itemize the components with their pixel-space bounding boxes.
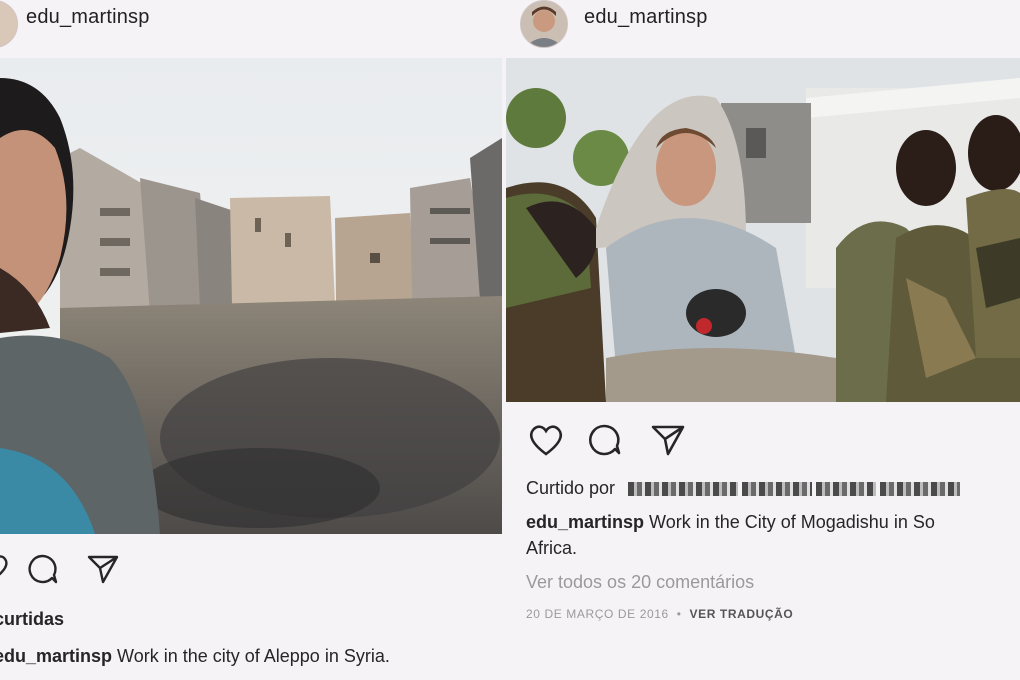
liked-by-label: Curtido por <box>526 478 616 498</box>
post-photo[interactable] <box>506 58 1020 402</box>
post-header: edu_martinsp <box>506 0 1020 50</box>
comment-icon[interactable] <box>586 422 622 463</box>
aleppo-photo <box>0 58 502 534</box>
post-actions <box>526 422 726 462</box>
post-date: 20 DE MARÇO DE 2016 <box>526 607 669 621</box>
caption-text: Work in the City of Mogadishu in So <box>649 512 935 532</box>
liked-by[interactable]: Curtido por <box>526 478 964 499</box>
likes-label: curtidas <box>0 609 65 629</box>
share-icon[interactable] <box>86 552 120 591</box>
heart-icon[interactable] <box>526 422 566 463</box>
view-comments-link[interactable]: Ver todos os 20 comentários <box>526 572 754 593</box>
caption-line2: Africa. <box>526 538 578 558</box>
post-right: edu_martinsp Curtido por edu_martinsp Wo… <box>506 0 1020 680</box>
comment-icon[interactable] <box>25 552 59 591</box>
share-icon[interactable] <box>650 422 686 463</box>
meta-separator: • <box>676 607 682 621</box>
post-header: edu_martinsp <box>0 0 508 50</box>
post-actions <box>0 552 200 592</box>
avatar[interactable] <box>520 0 568 48</box>
heart-icon[interactable] <box>0 552 10 587</box>
translate-link[interactable]: VER TRADUÇÃO <box>689 607 793 621</box>
liked-by-names-pixelated <box>628 478 964 498</box>
likes-count[interactable]: curtidas <box>0 609 64 630</box>
mogadishu-photo <box>506 58 1020 402</box>
avatar[interactable] <box>0 0 18 48</box>
caption: edu_martinsp Work in the City of Mogadis… <box>526 512 935 533</box>
caption: edu_martinsp Work in the city of Aleppo … <box>0 646 390 667</box>
caption-username[interactable]: edu_martinsp <box>526 512 644 532</box>
caption-username[interactable]: edu_martinsp <box>0 646 112 666</box>
username[interactable]: edu_martinsp <box>26 6 150 29</box>
post-photo[interactable] <box>0 58 502 534</box>
post-left: edu_martinsp curtidas edu_martinsp Work … <box>0 0 508 680</box>
username[interactable]: edu_martinsp <box>584 6 708 29</box>
caption-text: Work in the city of Aleppo in Syria. <box>117 646 390 666</box>
post-meta: 20 DE MARÇO DE 2016 • VER TRADUÇÃO <box>526 607 793 621</box>
